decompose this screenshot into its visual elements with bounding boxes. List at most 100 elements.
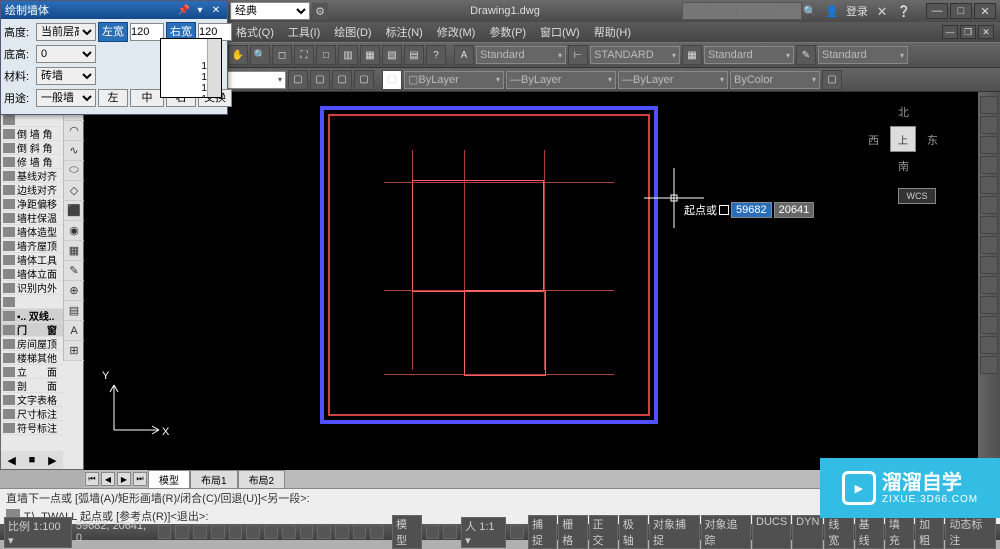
search-icon[interactable]: 🔍	[802, 3, 818, 19]
rtool-icon[interactable]	[980, 156, 998, 174]
palette-item[interactable]: 基线对齐	[1, 169, 63, 183]
palette-item[interactable]: 楼梯其他	[1, 351, 63, 365]
dyn-y-input[interactable]: 20641	[774, 202, 815, 218]
pan-icon[interactable]: ✋	[228, 45, 248, 65]
tablestyle-icon[interactable]: ▦	[682, 45, 702, 65]
status-toggle[interactable]: 加粗	[915, 515, 944, 549]
status-icon[interactable]	[264, 525, 278, 539]
status-icon[interactable]	[426, 525, 440, 539]
status-model[interactable]: 模型	[392, 515, 422, 549]
child-minimize-button[interactable]: —	[942, 25, 958, 39]
maximize-button[interactable]: □	[950, 3, 972, 19]
align-mid-button[interactable]: 中	[130, 89, 164, 107]
palette-item[interactable]: 墙柱保温	[1, 211, 63, 225]
height-select[interactable]: 当前层高	[36, 23, 96, 41]
status-scale[interactable]: 比例 1:100 ▾	[4, 517, 72, 548]
palette-item[interactable]: 倒 墙 角	[1, 127, 63, 141]
color-swatch[interactable]: ▢	[382, 70, 402, 90]
palette-item[interactable]	[1, 295, 63, 309]
menu-help[interactable]: 帮助(H)	[588, 22, 637, 42]
panel-close-icon[interactable]: ✕	[209, 3, 223, 17]
login-icon[interactable]: 👤	[824, 3, 840, 19]
menu-window[interactable]: 窗口(W)	[534, 22, 586, 42]
rtool-icon[interactable]	[980, 216, 998, 234]
tool-d-icon[interactable]: ▧	[382, 45, 402, 65]
workspace-select[interactable]: 经典	[230, 2, 310, 20]
palette-item[interactable]: 墙体造型	[1, 225, 63, 239]
status-toggle[interactable]: 基线	[855, 515, 884, 549]
palette-item[interactable]: 墙体立面	[1, 267, 63, 281]
palette-item[interactable]: 边线对齐	[1, 183, 63, 197]
tab-nav-first-icon[interactable]: ⏮	[85, 472, 99, 486]
pal-nav-left-icon[interactable]: ◀	[7, 454, 15, 467]
palette-item[interactable]: 立 面	[1, 365, 63, 379]
rtool-icon[interactable]	[980, 296, 998, 314]
palette-tool-icon[interactable]: ⊕	[64, 281, 84, 301]
palette-item[interactable]: 修 墙 角	[1, 155, 63, 169]
palette-item[interactable]	[1, 113, 63, 127]
status-toggle[interactable]: 动态标注	[945, 515, 996, 549]
linetype-select[interactable]: ▢ ByLayer▾	[404, 71, 504, 89]
status-icon[interactable]	[158, 525, 172, 539]
status-icon[interactable]	[300, 525, 314, 539]
rtool-icon[interactable]	[980, 316, 998, 334]
palette-item[interactable]: 房间屋顶	[1, 337, 63, 351]
base-select[interactable]: 0	[36, 45, 96, 63]
status-toggle[interactable]: DUCS	[752, 515, 791, 549]
drawing-canvas[interactable]: 起点或 59682 20641 Y X 北 东 南 西 上 WCS	[84, 92, 978, 470]
material-select[interactable]: 砖墙	[36, 67, 96, 85]
help-icon[interactable]: ❔	[896, 3, 912, 19]
pal-nav-right-icon[interactable]: ▶	[48, 454, 56, 467]
tablestyle-select[interactable]: Standard▾	[704, 46, 794, 64]
pal-nav-mid-icon[interactable]: ■	[29, 454, 36, 466]
status-icon[interactable]	[229, 525, 243, 539]
textstyle-select[interactable]: Standard▾	[476, 46, 566, 64]
rtool-icon[interactable]	[980, 176, 998, 194]
palette-tool-icon[interactable]: ◉	[64, 221, 84, 241]
status-toggle[interactable]: 填充	[885, 515, 914, 549]
tab-model[interactable]: 模型	[148, 470, 190, 489]
status-icon[interactable]	[246, 525, 260, 539]
palette-item[interactable]: 文字表格	[1, 393, 63, 407]
wcs-badge[interactable]: WCS	[898, 188, 936, 204]
status-icon[interactable]	[317, 525, 331, 539]
panel-pin-icon[interactable]: 📌	[177, 3, 191, 17]
tab-nav-prev-icon[interactable]: ◀	[101, 472, 115, 486]
status-icon[interactable]	[370, 525, 384, 539]
layer-tool-d-icon[interactable]: ▢	[354, 70, 374, 90]
palette-item[interactable]: 净距偏移	[1, 197, 63, 211]
menu-format[interactable]: 格式(Q)	[230, 22, 280, 42]
rtool-icon[interactable]	[980, 256, 998, 274]
wall-panel-title-bar[interactable]: 绘制墙体 📌 ▾ ✕	[1, 1, 227, 19]
palette-tool-icon[interactable]: ⬭	[64, 161, 84, 181]
rtool-icon[interactable]	[980, 96, 998, 114]
status-icon[interactable]	[335, 525, 349, 539]
child-close-button[interactable]: ✕	[978, 25, 994, 39]
menu-draw[interactable]: 绘图(D)	[328, 22, 377, 42]
rtool-icon[interactable]	[980, 276, 998, 294]
workspace-gear-icon[interactable]: ⚙	[312, 3, 328, 19]
rtool-icon[interactable]	[980, 196, 998, 214]
rtool-icon[interactable]	[980, 356, 998, 374]
view-cube[interactable]: 北 东 南 西 上	[868, 104, 938, 174]
menu-tools[interactable]: 工具(I)	[282, 22, 326, 42]
palette-item[interactable]: 剖 面	[1, 379, 63, 393]
palette-item[interactable]: 墙齐屋顶	[1, 239, 63, 253]
panel-menu-icon[interactable]: ▾	[193, 3, 207, 17]
zoom-icon[interactable]: 🔍	[250, 45, 270, 65]
close-button[interactable]: ✕	[974, 3, 996, 19]
status-toggle[interactable]: 线宽	[824, 515, 853, 549]
rtool-icon[interactable]	[980, 336, 998, 354]
tool-f-icon[interactable]: ?	[426, 45, 446, 65]
status-toggle[interactable]: 捕捉	[528, 515, 557, 549]
tab-nav-last-icon[interactable]: ⏭	[133, 472, 147, 486]
rtool-icon[interactable]	[980, 236, 998, 254]
status-toggle[interactable]: 极轴	[619, 515, 648, 549]
plotstyle-select[interactable]: — ByLayer▾	[618, 71, 728, 89]
tab-layout1[interactable]: 布局1	[190, 470, 238, 489]
use-select[interactable]: 一般墙	[36, 89, 96, 107]
palette-tool-icon[interactable]: ⊞	[64, 341, 84, 361]
menu-dim[interactable]: 标注(N)	[380, 22, 429, 42]
lineweight-select[interactable]: — ByLayer▾	[506, 71, 616, 89]
status-icon[interactable]	[282, 525, 296, 539]
